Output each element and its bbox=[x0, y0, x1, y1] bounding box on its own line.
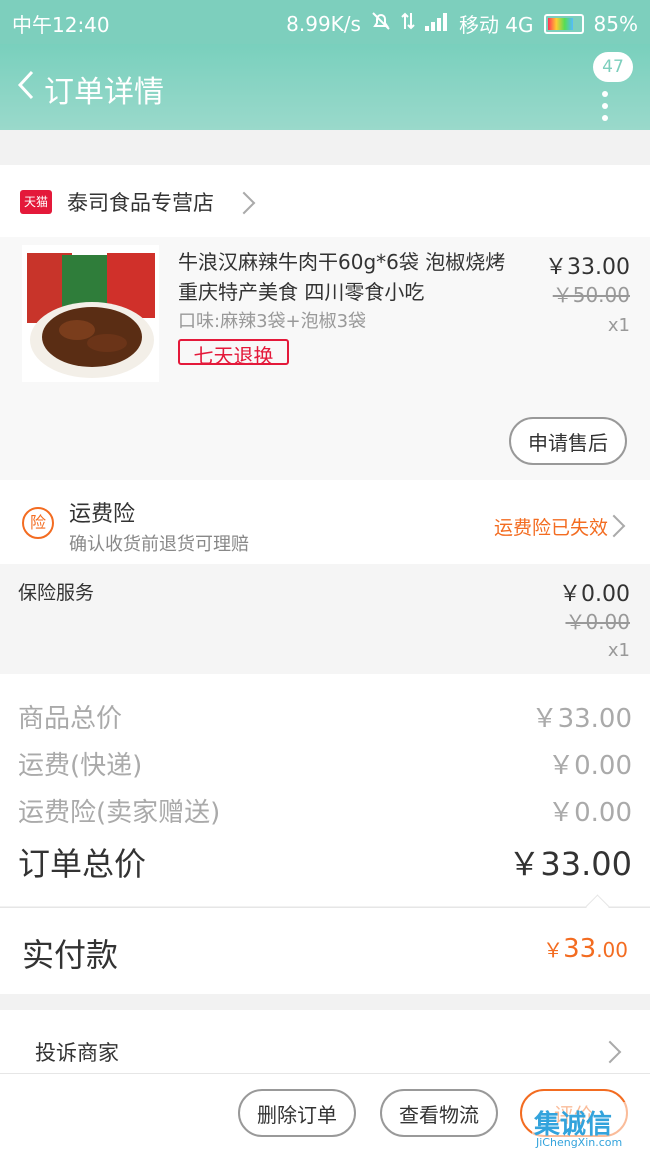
network-speed: 8.99K/s bbox=[286, 11, 361, 36]
goods-total-value: ￥33.00 bbox=[531, 704, 632, 734]
bottom-action-bar: 删除订单 查看物流 评价 集诚信 JiChengXin.com bbox=[0, 1073, 650, 1156]
shipping-fee-label: 运费(快递) bbox=[18, 751, 143, 781]
insurance-icon: 险 bbox=[22, 507, 54, 539]
insurance-service-original-price: ￥0.00 bbox=[565, 610, 630, 634]
order-item[interactable]: 牛浪汉麻辣牛肉干60g*6袋 泡椒烧烤 重庆特产美食 四川零食小吃 口味:麻辣3… bbox=[0, 237, 650, 480]
shipping-insurance-label: 运费险 bbox=[69, 502, 136, 527]
shipping-fee-row: 运费(快递) ￥0.00 bbox=[18, 745, 632, 785]
order-total-value: ￥33.00 bbox=[508, 845, 632, 883]
chevron-right-icon bbox=[232, 191, 256, 215]
product-price: ￥33.00 bbox=[545, 255, 630, 280]
watermark: 集诚信 JiChengXin.com bbox=[532, 1102, 648, 1152]
paid-amount-value: ￥33.00 bbox=[543, 934, 628, 964]
shipping-insurance-status[interactable]: 运费险已失效 bbox=[494, 513, 608, 540]
signal-icon bbox=[424, 12, 449, 36]
page-title: 订单详情 bbox=[44, 75, 164, 110]
paid-amount-label: 实付款 bbox=[22, 936, 119, 974]
view-logistics-button[interactable]: 查看物流 bbox=[380, 1089, 498, 1137]
product-image[interactable] bbox=[22, 245, 159, 382]
insurance-fee-row: 运费险(卖家赠送) ￥0.00 bbox=[18, 792, 632, 832]
shipping-insurance-row[interactable]: 险 运费险 确认收货前退货可理赔 运费险已失效 bbox=[0, 480, 650, 564]
product-original-price: ￥50.00 bbox=[552, 283, 630, 307]
paid-amount-integer: 33 bbox=[563, 934, 597, 964]
back-arrow-icon[interactable] bbox=[10, 66, 48, 104]
complain-merchant-label[interactable]: 投诉商家 bbox=[35, 1037, 119, 1067]
return-policy-tag: 七天退换 bbox=[178, 339, 289, 365]
status-bar: 中午12:40 8.99K/s 移动 4G 85% bbox=[0, 0, 650, 44]
goods-total-label: 商品总价 bbox=[18, 704, 123, 734]
battery-percent: 85% bbox=[593, 11, 638, 36]
data-transfer-icon bbox=[401, 11, 415, 36]
watermark-url: JiChengXin.com bbox=[536, 1136, 623, 1149]
insurance-service-price: ￥0.00 bbox=[559, 582, 630, 607]
shipping-insurance-description: 确认收货前退货可理赔 bbox=[69, 534, 249, 555]
insurance-service-quantity: x1 bbox=[607, 640, 630, 661]
mute-icon bbox=[371, 11, 391, 36]
insurance-fee-label: 运费险(卖家赠送) bbox=[18, 798, 221, 828]
complain-merchant-row[interactable]: 投诉商家 bbox=[0, 1010, 650, 1082]
insurance-fee-value: ￥0.00 bbox=[548, 798, 632, 828]
tmall-logo: 天猫 bbox=[20, 190, 52, 214]
battery-icon bbox=[543, 13, 584, 34]
chevron-right-icon bbox=[598, 1040, 622, 1064]
paid-amount-row: 实付款 ￥33.00 bbox=[0, 894, 650, 994]
message-badge[interactable]: 47 bbox=[593, 52, 633, 82]
insurance-service-label: 保险服务 bbox=[18, 582, 95, 604]
delete-order-button[interactable]: 删除订单 bbox=[238, 1089, 356, 1137]
shipping-fee-value: ￥0.00 bbox=[548, 751, 632, 781]
order-total-row: 订单总价 ￥33.00 bbox=[18, 839, 632, 883]
nav-bar: 订单详情 47 bbox=[0, 44, 650, 130]
status-indicators: 8.99K/s 移动 4G 85% bbox=[286, 9, 638, 38]
after-sale-button[interactable]: 申请售后 bbox=[509, 417, 627, 465]
order-total-label: 订单总价 bbox=[18, 845, 147, 883]
goods-total-row: 商品总价 ￥33.00 bbox=[18, 698, 632, 738]
insurance-service-row: 保险服务 ￥0.00 ￥0.00 x1 bbox=[0, 564, 650, 674]
product-name[interactable]: 牛浪汉麻辣牛肉干60g*6袋 泡椒烧烤 重庆特产美食 四川零食小吃 bbox=[178, 247, 508, 307]
paid-amount-decimal: .00 bbox=[596, 938, 628, 962]
product-quantity: x1 bbox=[607, 315, 630, 336]
price-summary: 商品总价 ￥33.00 运费(快递) ￥0.00 运费险(卖家赠送) ￥0.00… bbox=[0, 674, 650, 906]
paid-currency: ￥ bbox=[543, 938, 564, 962]
status-time: 中午12:40 bbox=[12, 13, 110, 37]
carrier-label: 移动 4G bbox=[458, 13, 534, 37]
product-sku: 口味:麻辣3袋+泡椒3袋 bbox=[178, 311, 367, 332]
store-name[interactable]: 泰司食品专营店 bbox=[67, 187, 214, 217]
store-row[interactable]: 天猫 泰司食品专营店 bbox=[0, 165, 650, 237]
